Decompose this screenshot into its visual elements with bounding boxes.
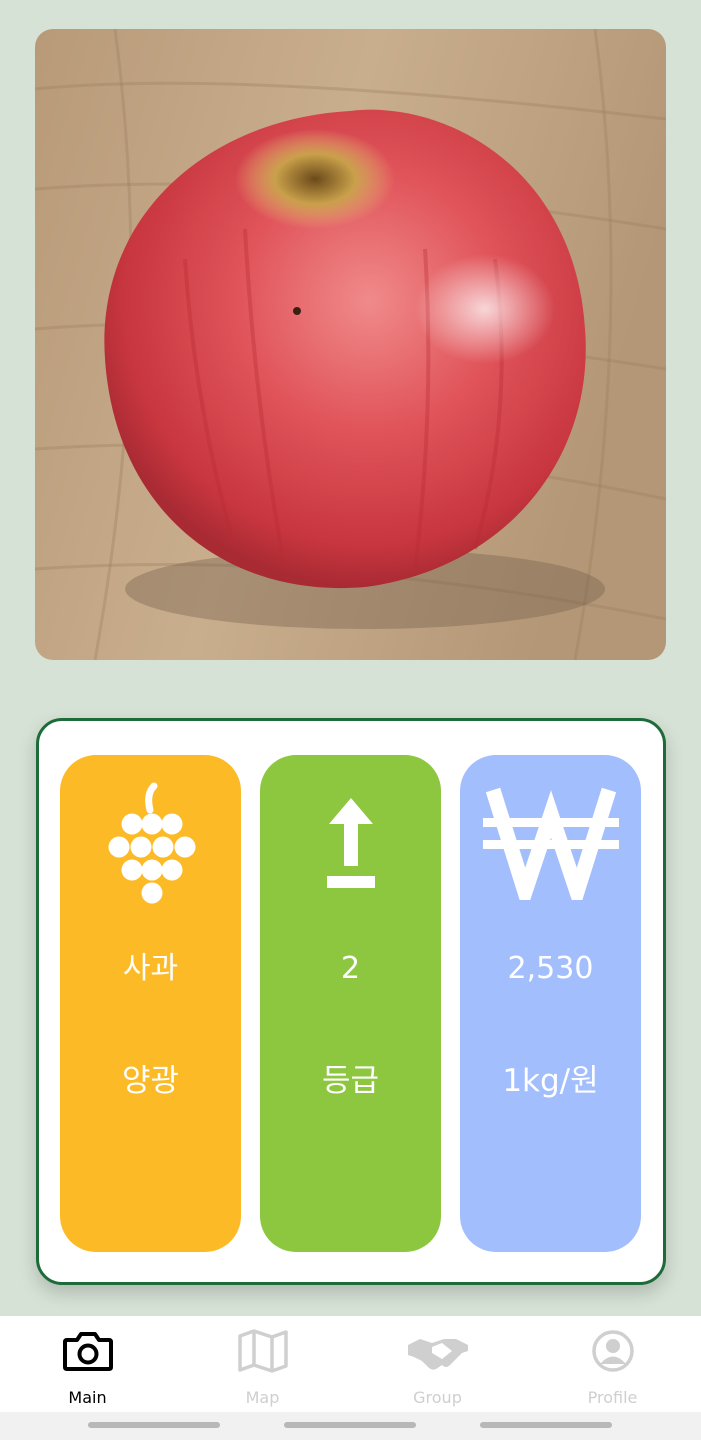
grade-tile: 2 등급 (260, 755, 441, 1252)
nav-label-profile: Profile (587, 1388, 638, 1407)
fruit-tile: 사과 양광 (60, 755, 241, 1252)
fruit-photo (35, 29, 666, 660)
grapes-icon (60, 777, 241, 907)
system-navigation-bar (0, 1412, 701, 1440)
price-value: 2,530 (507, 951, 594, 986)
grade-value: 2 (340, 951, 361, 986)
home-handle[interactable] (284, 1422, 416, 1428)
apple-image (35, 29, 666, 660)
nav-label-map: Map (245, 1388, 280, 1407)
app-screen: 사과 양광 2 등급 2,530 1kg/원 Main Map Group Pr… (0, 0, 701, 1440)
map-icon (175, 1326, 350, 1376)
bottom-nav: Main Map Group Profile (0, 1316, 701, 1412)
profile-icon (525, 1326, 700, 1376)
won-icon (460, 777, 641, 907)
recents-handle[interactable] (88, 1422, 220, 1428)
price-unit: 1kg/원 (502, 1063, 599, 1099)
back-handle[interactable] (480, 1422, 612, 1428)
nav-label-group: Group (413, 1388, 462, 1407)
upload-arrow-icon (260, 777, 441, 907)
handshake-icon (350, 1326, 525, 1376)
nav-item-main[interactable]: Main (0, 1316, 175, 1412)
nav-label-main: Main (68, 1388, 107, 1407)
price-tile: 2,530 1kg/원 (460, 755, 641, 1252)
nav-item-profile[interactable]: Profile (525, 1316, 700, 1412)
nav-item-group[interactable]: Group (350, 1316, 525, 1412)
camera-icon (0, 1326, 175, 1376)
nav-item-map[interactable]: Map (175, 1316, 350, 1412)
fruit-variety: 양광 (121, 1063, 180, 1099)
result-card: 사과 양광 2 등급 2,530 1kg/원 (36, 718, 666, 1285)
fruit-name: 사과 (122, 951, 179, 986)
grade-label: 등급 (321, 1063, 380, 1099)
